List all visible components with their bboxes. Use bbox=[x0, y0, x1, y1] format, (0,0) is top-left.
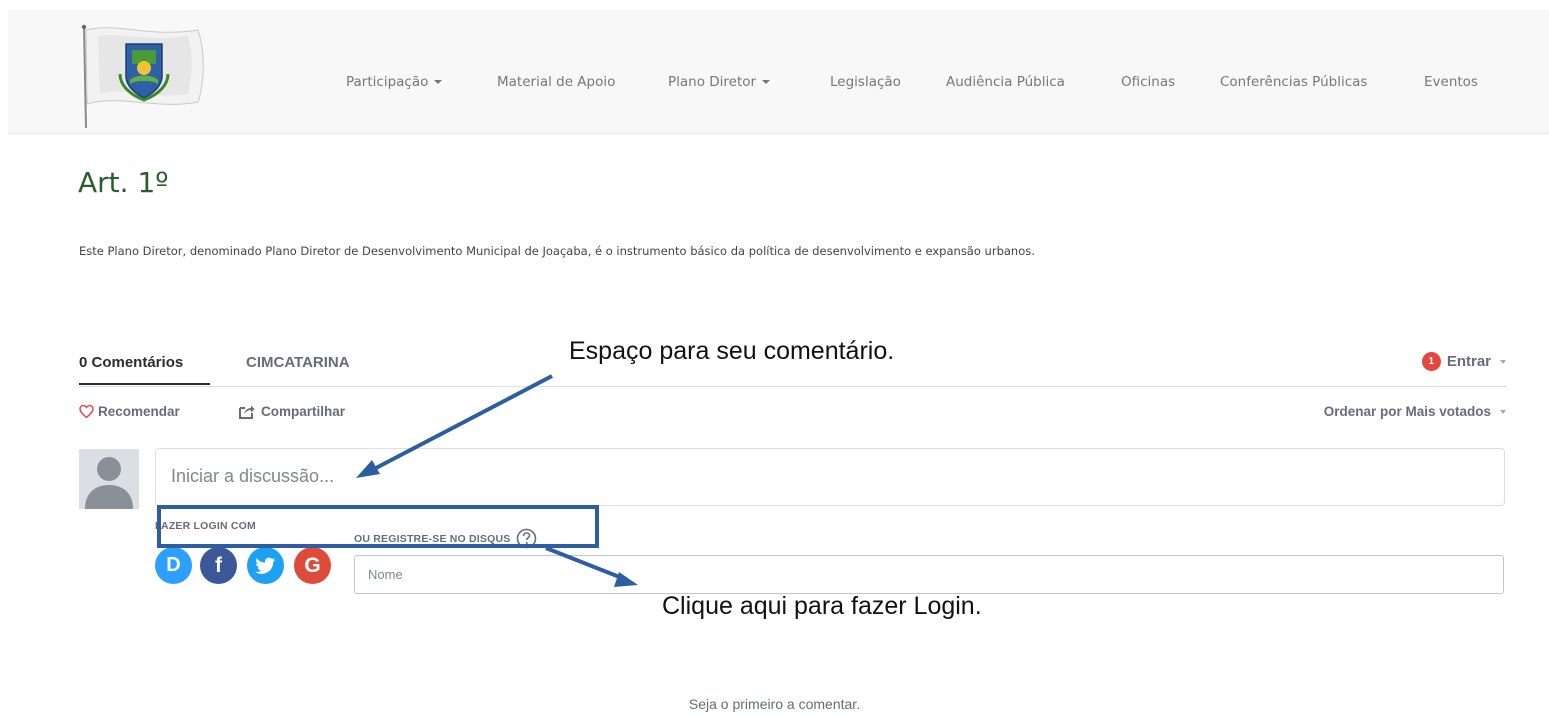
tab-community[interactable]: CIMCATARINA bbox=[246, 354, 350, 371]
disqus-login-button[interactable]: D bbox=[155, 547, 192, 584]
nav-plano-diretor[interactable]: Plano Diretor bbox=[668, 74, 771, 90]
share-icon bbox=[239, 405, 255, 419]
chevron-down-icon bbox=[1500, 359, 1506, 364]
twitter-login-button[interactable] bbox=[247, 547, 284, 584]
share-button[interactable]: Compartilhar bbox=[239, 404, 345, 419]
sort-dropdown[interactable]: Ordenar por Mais votados bbox=[1324, 404, 1506, 419]
annotation-login-here: Clique aqui para fazer Login. bbox=[662, 592, 982, 620]
user-icon bbox=[85, 457, 133, 509]
nav-conferencias-publicas[interactable]: Conferências Públicas bbox=[1220, 74, 1367, 90]
notification-badge: 1 bbox=[1421, 352, 1441, 371]
nav-material-de-apoio[interactable]: Material de Apoio bbox=[497, 74, 615, 90]
name-field[interactable] bbox=[354, 555, 1504, 594]
article-text: Este Plano Diretor, denominado Plano Dir… bbox=[79, 244, 1035, 258]
main-nav: Participação Material de Apoio Plano Dir… bbox=[0, 74, 1549, 94]
empty-comments-text: Seja o primeiro a comentar. bbox=[688, 696, 861, 712]
sort-label: Ordenar por Mais votados bbox=[1323, 404, 1491, 419]
tabs-divider bbox=[79, 386, 1506, 387]
share-label: Compartilhar bbox=[261, 404, 346, 419]
twitter-icon bbox=[255, 557, 276, 574]
annotation-comment-space: Espaço para seu comentário. bbox=[569, 337, 895, 365]
nav-participacao[interactable]: Participação bbox=[346, 74, 443, 90]
google-icon: G bbox=[304, 553, 321, 577]
facebook-icon: f bbox=[215, 553, 222, 577]
comment-placeholder: Iniciar a discussão... bbox=[171, 466, 335, 486]
nav-participacao-label: Participação bbox=[346, 74, 429, 90]
nav-audiencia-publica[interactable]: Audiência Pública bbox=[946, 74, 1065, 90]
recommend-label: Recomendar bbox=[98, 404, 180, 419]
disqus-icon: D bbox=[166, 554, 181, 576]
page-title: Art. 1º bbox=[78, 166, 169, 199]
login-menu-button[interactable]: 1 Entrar bbox=[1421, 352, 1506, 371]
nav-oficinas[interactable]: Oficinas bbox=[1121, 74, 1175, 90]
nav-plano-diretor-label: Plano Diretor bbox=[668, 74, 757, 90]
recommend-button[interactable]: Recomendar bbox=[79, 404, 180, 419]
active-tab-indicator bbox=[79, 383, 210, 385]
facebook-login-button[interactable]: f bbox=[200, 547, 237, 584]
nav-eventos[interactable]: Eventos bbox=[1424, 74, 1478, 90]
heart-icon bbox=[79, 405, 94, 418]
login-label: Entrar bbox=[1446, 353, 1491, 370]
chevron-down-icon bbox=[434, 80, 443, 84]
chevron-down-icon bbox=[762, 80, 771, 84]
google-login-button[interactable]: G bbox=[294, 547, 331, 584]
nav-legislacao[interactable]: Legislação bbox=[830, 74, 901, 90]
tab-comments-count[interactable]: 0 Comentários bbox=[79, 354, 183, 371]
avatar bbox=[79, 449, 139, 509]
login-highlight-box bbox=[157, 505, 599, 548]
chevron-down-icon bbox=[1500, 409, 1506, 414]
navbar bbox=[8, 10, 1549, 134]
comment-input[interactable]: Iniciar a discussão... bbox=[155, 448, 1505, 506]
